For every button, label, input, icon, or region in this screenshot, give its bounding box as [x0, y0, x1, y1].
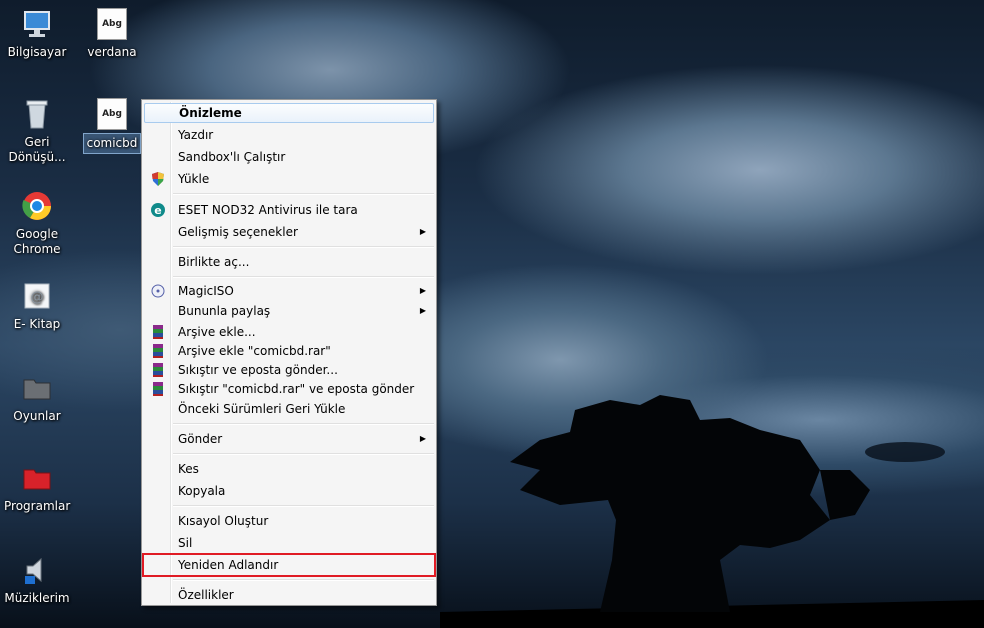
desktop-icon-verdana[interactable]: Abg verdana — [76, 8, 148, 62]
menu-item-label: Sıkıştır "comicbd.rar" ve eposta gönder — [178, 382, 415, 396]
menu-item-compress-email[interactable]: Sıkıştır ve eposta gönder... — [144, 360, 434, 380]
eset-icon: e — [150, 202, 166, 218]
font-file-icon: Abg — [96, 98, 128, 130]
menu-item-label: ESET NOD32 Antivirus ile tara — [178, 203, 358, 217]
ebook-icon: @ — [21, 280, 53, 312]
menu-item-rename[interactable]: Yeniden Adlandır — [142, 553, 436, 577]
menu-item-sandbox[interactable]: Sandbox'lı Çalıştır — [144, 147, 434, 167]
menu-item-label: Kopyala — [178, 484, 226, 498]
menu-item-label: Önceki Sürümleri Geri Yükle — [178, 402, 346, 416]
winrar-icon — [150, 381, 166, 397]
menu-item-label: Yükle — [178, 172, 210, 186]
folder-red-icon — [21, 462, 53, 494]
menu-separator — [173, 246, 434, 248]
menu-item-label: Kes — [178, 462, 199, 476]
menu-separator — [173, 453, 434, 455]
menu-item-label: Gelişmiş seçenekler — [178, 225, 298, 239]
menu-item-label: Yazdır — [178, 128, 214, 142]
menu-item-cut[interactable]: Kes — [144, 459, 434, 479]
desktop-icon-recycle-bin[interactable]: Geri Dönüşü... — [1, 98, 73, 167]
desktop-icon-comicbd[interactable]: Abg comicbd — [76, 98, 148, 154]
desktop-icon-computer[interactable]: Bilgisayar — [1, 8, 73, 62]
menu-item-create-shortcut[interactable]: Kısayol Oluştur — [144, 511, 434, 531]
desktop-icon-label: Müziklerim — [4, 591, 70, 605]
computer-icon — [21, 8, 53, 40]
winrar-icon — [150, 343, 166, 359]
recycle-bin-icon — [21, 98, 53, 130]
menu-item-copy[interactable]: Kopyala — [144, 481, 434, 501]
music-icon — [21, 554, 53, 586]
menu-separator — [173, 276, 434, 278]
desktop-icon-ekitap[interactable]: @ E- Kitap — [1, 280, 73, 334]
menu-item-open-with[interactable]: Birlikte aç... — [144, 252, 434, 272]
menu-item-print[interactable]: Yazdır — [144, 125, 434, 145]
desktop-icon-label: comicbd — [82, 133, 142, 154]
menu-item-label: Özellikler — [178, 588, 234, 602]
winrar-icon — [150, 362, 166, 378]
menu-separator — [173, 579, 434, 581]
menu-item-label: Önizleme — [179, 106, 242, 120]
menu-item-preview[interactable]: Önizleme — [144, 103, 434, 123]
menu-item-add-archive-named[interactable]: Arşive ekle "comicbd.rar" — [144, 341, 434, 361]
desktop-icon-muziklerim[interactable]: Müziklerim — [1, 554, 73, 608]
svg-text:e: e — [154, 204, 161, 217]
submenu-arrow-icon: ▶ — [419, 227, 426, 236]
desktop-icon-label: E- Kitap — [13, 317, 61, 331]
menu-item-label: Sandbox'lı Çalıştır — [178, 150, 286, 164]
menu-item-add-archive[interactable]: Arşive ekle... — [144, 322, 434, 342]
menu-separator — [173, 505, 434, 507]
menu-item-label: Kısayol Oluştur — [178, 514, 269, 528]
menu-item-label: MagicISO — [178, 284, 234, 298]
shield-icon — [150, 171, 166, 187]
font-file-icon: Abg — [96, 8, 128, 40]
chrome-icon — [21, 190, 53, 222]
menu-item-label: Sıkıştır ve eposta gönder... — [178, 363, 338, 377]
desktop-icon-label: Programlar — [4, 499, 71, 513]
winrar-icon — [150, 324, 166, 340]
desktop-icon-chrome[interactable]: Google Chrome — [1, 190, 73, 259]
menu-item-share[interactable]: Bununla paylaş ▶ — [144, 301, 434, 321]
menu-item-label: Arşive ekle... — [178, 325, 256, 339]
context-menu: Önizleme Yazdır Sandbox'lı Çalıştır Yükl… — [141, 99, 437, 606]
folder-icon — [21, 372, 53, 404]
menu-item-restore[interactable]: Önceki Sürümleri Geri Yükle — [144, 399, 434, 419]
desktop-icon-label: verdana — [87, 45, 137, 59]
menu-item-label: Yeniden Adlandır — [178, 558, 279, 572]
menu-item-delete[interactable]: Sil — [144, 533, 434, 553]
menu-item-label: Gönder — [178, 432, 223, 446]
menu-item-magiciso[interactable]: MagicISO ▶ — [144, 281, 434, 301]
submenu-arrow-icon: ▶ — [419, 434, 426, 443]
menu-separator — [173, 193, 434, 195]
desktop-icon-label: Oyunlar — [13, 409, 61, 423]
svg-text:@: @ — [31, 290, 44, 305]
menu-item-properties[interactable]: Özellikler — [144, 585, 434, 605]
menu-item-label: Bununla paylaş — [178, 304, 271, 318]
desktop-icon-oyunlar[interactable]: Oyunlar — [1, 372, 73, 426]
disc-icon — [150, 283, 166, 299]
menu-item-advanced[interactable]: Gelişmiş seçenekler ▶ — [144, 222, 434, 242]
desktop-icon-label: Bilgisayar — [7, 45, 67, 59]
menu-item-send-to[interactable]: Gönder ▶ — [144, 429, 434, 449]
menu-item-label: Arşive ekle "comicbd.rar" — [178, 344, 331, 358]
submenu-arrow-icon: ▶ — [419, 306, 426, 315]
desktop-icon-programlar[interactable]: Programlar — [1, 462, 73, 516]
menu-separator — [173, 423, 434, 425]
menu-item-install[interactable]: Yükle — [144, 169, 434, 189]
menu-item-label: Sil — [178, 536, 193, 550]
submenu-arrow-icon: ▶ — [419, 286, 426, 295]
menu-item-compress-email-named[interactable]: Sıkıştır "comicbd.rar" ve eposta gönder — [144, 379, 434, 399]
menu-item-eset[interactable]: e ESET NOD32 Antivirus ile tara — [144, 200, 434, 220]
menu-item-label: Birlikte aç... — [178, 255, 250, 269]
desktop-icon-label: Geri Dönüşü... — [8, 135, 66, 164]
desktop-icon-label: Google Chrome — [13, 227, 61, 256]
